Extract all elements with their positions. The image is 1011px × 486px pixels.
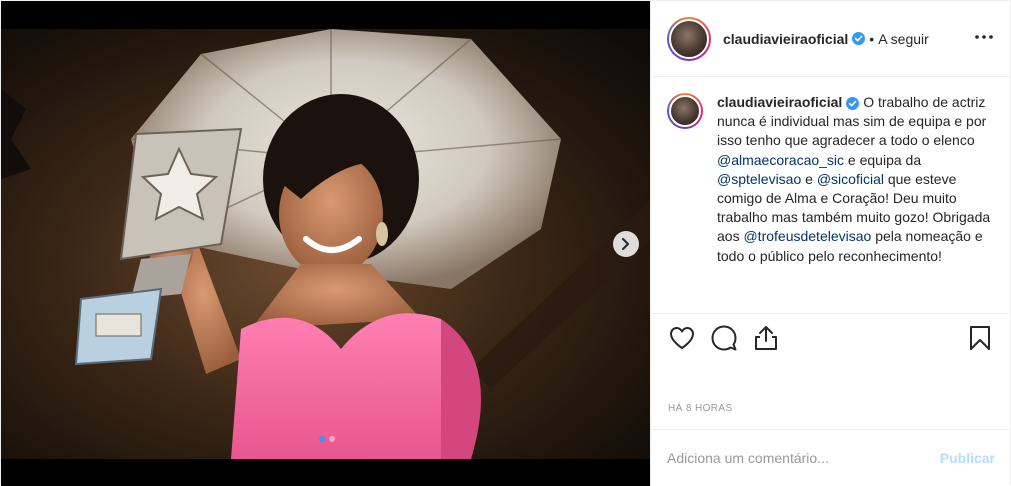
username-link[interactable]: claudiavieiraoficial (723, 31, 848, 47)
mention-link-sicoficial[interactable]: @sicoficial (817, 171, 884, 187)
comment-icon[interactable] (709, 323, 739, 353)
post-timestamp[interactable]: HÁ 8 HORAS (668, 403, 733, 414)
comment-bar: Publicar (651, 429, 1011, 486)
following-button[interactable]: A seguir (878, 31, 929, 47)
caption-body-3: e (801, 170, 817, 187)
caption-avatar (669, 95, 701, 127)
instagram-post: claudiavieiraoficial • A seguir claudiav… (0, 0, 1011, 486)
avatar (669, 18, 709, 59)
carousel-dot-1 (318, 436, 325, 442)
comment-input[interactable] (667, 450, 940, 466)
carousel-dot-2 (328, 436, 335, 442)
post-sidebar: claudiavieiraoficial • A seguir claudiav… (650, 1, 1011, 486)
post-caption: claudiavieiraoficial O trabalho de actri… (651, 77, 1010, 309)
heart-icon[interactable] (667, 323, 697, 353)
photo-illustration (1, 29, 650, 459)
chevron-right-icon (622, 238, 629, 250)
avatar-ring[interactable] (667, 16, 711, 61)
caption-avatar-ring[interactable] (667, 93, 703, 129)
separator-dot: • (869, 30, 875, 47)
mention-link-sptelevisao[interactable]: @sptelevisao (717, 171, 801, 187)
action-bar (651, 313, 1011, 361)
caption-body-2: e equipa da (844, 151, 922, 168)
bookmark-icon[interactable] (965, 323, 995, 353)
verified-badge-icon (852, 32, 866, 45)
publish-button[interactable]: Publicar (940, 450, 995, 466)
post-media (1, 1, 650, 486)
share-icon[interactable] (751, 323, 781, 353)
carousel-indicator (1, 436, 650, 442)
more-horizontal-icon[interactable] (972, 25, 996, 49)
caption-verified-badge-icon (846, 97, 860, 110)
carousel-next-button[interactable] (613, 231, 639, 257)
caption-username-link[interactable]: claudiavieiraoficial (717, 94, 842, 110)
post-photo[interactable] (1, 29, 650, 459)
mention-link-almaecoracao[interactable]: @almaecoracao_sic (717, 152, 844, 168)
post-header: claudiavieiraoficial • A seguir (651, 1, 1010, 77)
caption-text: claudiavieiraoficial O trabalho de actri… (717, 93, 994, 309)
mention-link-trofeusdetelevisao[interactable]: @trofeusdetelevisao (743, 228, 871, 244)
